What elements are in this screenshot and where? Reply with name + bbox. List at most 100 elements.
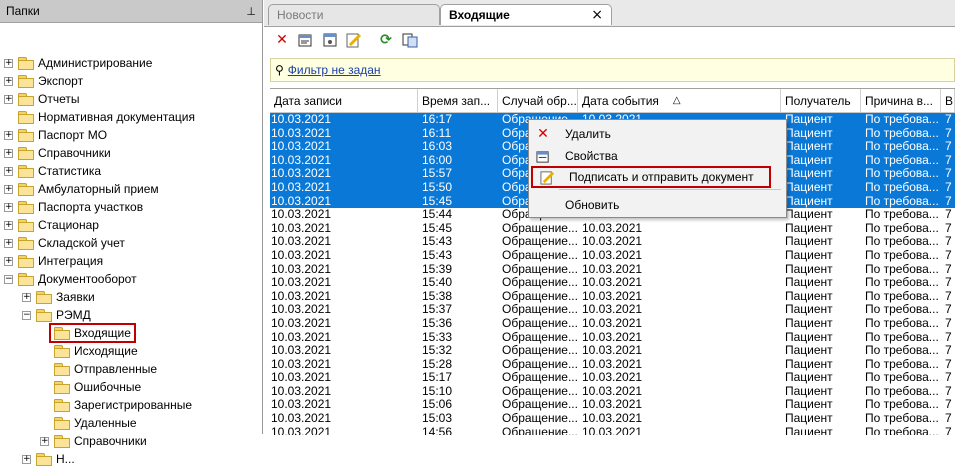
table-cell: 10.03.2021 <box>271 180 332 194</box>
expand-icon[interactable]: + <box>4 238 13 248</box>
delete-icon[interactable]: ✕ <box>272 30 292 50</box>
expand-icon[interactable]: + <box>4 220 13 230</box>
table-row[interactable]: 10.03.2021 15:39 Обращение... 10.03.2021 Пац… <box>270 263 955 277</box>
expand-icon[interactable]: + <box>4 166 13 176</box>
folder-icon <box>18 75 34 88</box>
expand-icon[interactable]: + <box>4 130 13 140</box>
folders-panel-header: Папки ⊥ <box>0 0 262 23</box>
properties-icon <box>529 149 557 164</box>
expand-icon[interactable]: + <box>4 148 13 158</box>
table-cell: 10.03.2021 <box>582 316 643 330</box>
menu-item-label: Обновить <box>565 198 620 212</box>
table-row[interactable]: 10.03.2021 15:38 Обращение... 10.03.2021 Пац… <box>270 290 955 304</box>
tree-item[interactable]: + Справочники <box>40 432 147 450</box>
tree-item[interactable]: Отправленные <box>40 360 157 378</box>
table-row[interactable]: 10.03.2021 15:37 Обращение... 10.03.2021 Пац… <box>270 303 955 317</box>
tree-item[interactable]: + Амбулаторный прием <box>4 180 159 198</box>
folder-icon <box>36 291 52 304</box>
menu-item-sign-and-send[interactable]: Подписать и отправить документ <box>531 166 771 188</box>
menu-item-delete[interactable]: ✕ Удалить <box>529 123 784 145</box>
table-cell: 10.03.2021 <box>582 262 643 276</box>
expand-icon[interactable]: + <box>4 202 13 212</box>
table-cell: 7 <box>945 371 952 385</box>
tree-item[interactable]: + Администрирование <box>4 54 152 72</box>
table-row[interactable]: 10.03.2021 15:43 Обращение... 10.03.2021 Пац… <box>270 249 955 263</box>
table-cell: По требова... <box>865 208 939 222</box>
tree-item[interactable]: + Стационар <box>4 216 99 234</box>
edit-sign-icon[interactable] <box>344 30 364 50</box>
table-cell: 15:39 <box>422 262 453 276</box>
properties2-icon[interactable] <box>320 30 340 50</box>
expand-icon[interactable]: + <box>4 256 13 266</box>
tree-item[interactable]: Удаленные <box>40 414 137 432</box>
table-cell: Пациент <box>785 371 833 385</box>
column-header[interactable]: Время зап... <box>418 89 498 112</box>
tree-item-label: Ошибочные <box>74 380 142 394</box>
tree-item[interactable]: + Справочники <box>4 144 111 162</box>
table-cell: 7 <box>945 276 952 290</box>
pin-icon[interactable]: ⊥ <box>246 5 256 18</box>
table-row[interactable]: 10.03.2021 15:33 Обращение... 10.03.2021 Пац… <box>270 331 955 345</box>
tree-item[interactable]: Ошибочные <box>40 378 141 396</box>
menu-item-label: Подписать и отправить документ <box>569 170 754 184</box>
tree-item[interactable]: Нормативная документация <box>4 108 195 126</box>
table-row[interactable]: 10.03.2021 15:32 Обращение... 10.03.2021 Пац… <box>270 344 955 358</box>
tree-item[interactable]: − Документооборот <box>4 270 137 288</box>
folders-panel: Папки ⊥ + Администрирование + Экспорт + Отчет… <box>0 0 263 466</box>
column-header[interactable]: Дата события △ <box>578 89 781 112</box>
table-row[interactable]: 10.03.2021 15:36 Обращение... 10.03.2021 Пац… <box>270 317 955 331</box>
table-row[interactable]: 10.03.2021 15:43 Обращение... 10.03.2021 Пац… <box>270 235 955 249</box>
sort-ascending-icon: △ <box>672 95 681 106</box>
column-header[interactable]: Получатель <box>781 89 861 112</box>
table-row[interactable]: 10.03.2021 15:10 Обращение... 10.03.2021 Пац… <box>270 385 955 399</box>
tree-item[interactable]: + Паспорта участков <box>4 198 143 216</box>
table-row[interactable]: 10.03.2021 15:06 Обращение... 10.03.2021 Пац… <box>270 398 955 412</box>
tree-item[interactable]: Зарегистрированные <box>40 396 192 414</box>
table-row[interactable]: 10.03.2021 15:40 Обращение... 10.03.2021 Пац… <box>270 276 955 290</box>
expand-icon[interactable]: + <box>22 292 31 302</box>
column-header[interactable]: Причина в... <box>861 89 941 112</box>
expand-icon[interactable]: + <box>22 454 31 464</box>
table-row[interactable]: 10.03.2021 15:17 Обращение... 10.03.2021 Пац… <box>270 371 955 385</box>
refresh-icon[interactable]: ⟳ <box>376 30 396 50</box>
tree-item[interactable]: Входящие <box>40 323 136 343</box>
tree-item[interactable]: Исходящие <box>40 342 138 360</box>
column-header[interactable]: Случай обр... <box>498 89 578 112</box>
table-row[interactable]: 10.03.2021 15:45 Обращение... 10.03.2021 Пац… <box>270 222 955 236</box>
properties-icon[interactable] <box>296 30 316 50</box>
selected-folder-highlight: Входящие <box>49 323 136 343</box>
tree-item[interactable]: + Заявки <box>22 288 95 306</box>
table-cell: Пациент <box>785 276 833 290</box>
tree-item[interactable]: + Отчеты <box>4 90 79 108</box>
table-row[interactable]: 10.03.2021 15:03 Обращение... 10.03.2021 Пац… <box>270 412 955 426</box>
menu-item-refresh[interactable]: Обновить <box>529 194 784 216</box>
tree-item[interactable]: + Н... <box>22 450 75 468</box>
tab-incoming[interactable]: Входящие × <box>440 4 612 25</box>
expand-icon[interactable]: + <box>4 58 13 68</box>
table-cell: 15:36 <box>422 316 453 330</box>
expand-icon[interactable]: + <box>40 436 49 446</box>
expand-icon[interactable]: + <box>4 184 13 194</box>
expand-icon[interactable]: + <box>4 76 13 86</box>
filter-link[interactable]: Фильтр не задан <box>288 63 381 77</box>
table-cell: 7 <box>945 357 952 371</box>
collapse-icon[interactable]: − <box>4 274 13 284</box>
table-cell: 15:33 <box>422 330 453 344</box>
table-cell: По требова... <box>865 303 939 317</box>
tree-item[interactable]: + Паспорт МО <box>4 126 107 144</box>
tab-news[interactable]: Новости <box>268 4 440 25</box>
menu-item-properties[interactable]: Свойства <box>529 145 784 167</box>
tree-item[interactable]: + Интеграция <box>4 252 103 270</box>
tree-item[interactable]: + Экспорт <box>4 72 83 90</box>
collapse-icon[interactable]: − <box>22 310 31 320</box>
export-icon[interactable] <box>400 30 420 50</box>
column-header[interactable]: Дата записи <box>270 89 418 112</box>
expand-icon[interactable]: + <box>4 94 13 104</box>
close-icon[interactable]: × <box>591 7 603 23</box>
table-row[interactable]: 10.03.2021 15:28 Обращение... 10.03.2021 Пац… <box>270 358 955 372</box>
tree-item[interactable]: + Статистика <box>4 162 101 180</box>
column-header[interactable]: В... <box>941 89 955 112</box>
table-cell: 10.03.2021 <box>271 384 332 398</box>
tree-item[interactable]: + Складской учет <box>4 234 125 252</box>
tree-item[interactable]: − РЭМД <box>22 306 91 324</box>
